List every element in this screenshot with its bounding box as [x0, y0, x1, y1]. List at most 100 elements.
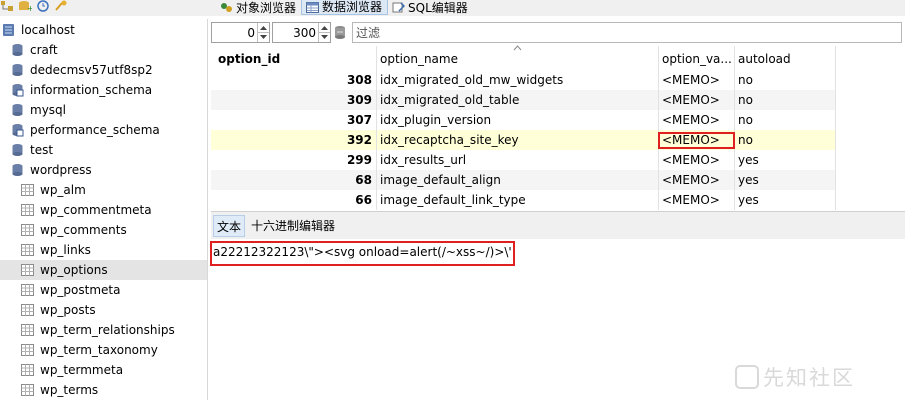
tab-sql-editor-label: SQL编辑器	[408, 0, 468, 15]
tree-table-wp-links[interactable]: wp_links	[21, 240, 91, 260]
table-row[interactable]: 309 idx_migrated_old_table <MEMO> no	[211, 90, 836, 110]
tree-db-wordpress[interactable]: wordpress	[11, 160, 92, 180]
tree-table-wp-posts[interactable]: wp_posts	[21, 300, 96, 320]
table-icon	[21, 304, 34, 316]
database-icon	[12, 104, 23, 116]
offset-value: 0	[247, 26, 255, 40]
cell-option-value[interactable]: <MEMO>	[659, 70, 735, 90]
cell-option-id: 309	[211, 90, 377, 110]
tree-db-dedecmsv57utf8sp2[interactable]: dedecmsv57utf8sp2	[11, 60, 153, 80]
tree-db-label: craft	[30, 43, 58, 57]
cell-autoload: no	[735, 130, 836, 150]
cell-option-value[interactable]: <MEMO>	[659, 90, 735, 110]
table-row[interactable]: 299 idx_results_url <MEMO> yes	[211, 150, 836, 170]
offset-stepper[interactable]: 0	[211, 22, 270, 43]
tree-table-label: wp_options	[40, 263, 108, 277]
limit-value: 300	[293, 26, 316, 40]
column-header-option-value[interactable]: option_va...	[659, 46, 735, 70]
table-icon	[21, 284, 34, 296]
data-grid: option_id option_name option_va... autol…	[211, 45, 905, 210]
filter-input-box[interactable]	[352, 22, 902, 43]
database-icon	[12, 64, 23, 76]
tree-server-label: localhost	[21, 23, 75, 37]
cell-option-name: idx_plugin_version	[377, 110, 659, 130]
table-row[interactable]: 66 image_default_link_type <MEMO> yes	[211, 190, 836, 210]
tree-table-wp-commentmeta[interactable]: wp_commentmeta	[21, 200, 152, 220]
cell-autoload: yes	[735, 150, 836, 170]
cell-autoload: no	[735, 90, 836, 110]
table-row[interactable]: 307 idx_plugin_version <MEMO> no	[211, 110, 836, 130]
object-browser-icon	[221, 3, 232, 12]
tree-table-label: wp_terms	[40, 383, 99, 397]
cell-option-value[interactable]: <MEMO>	[659, 110, 735, 130]
tree-table-wp-terms[interactable]: wp_terms	[21, 380, 98, 400]
table-icon	[21, 324, 34, 336]
tree-table-label: wp_postmeta	[40, 283, 121, 297]
sort-ascending-icon	[513, 45, 522, 51]
cell-option-value[interactable]: <MEMO>	[659, 190, 735, 210]
cell-autoload: no	[735, 110, 836, 130]
tab-data-browser[interactable]: 数据浏览器	[301, 0, 389, 15]
offset-stepper-arrows[interactable]	[257, 23, 269, 42]
cell-option-id: 66	[211, 190, 377, 210]
tab-object-browser-label: 对象浏览器	[236, 0, 297, 15]
table-icon	[21, 184, 34, 196]
tab-object-browser[interactable]: 对象浏览器	[216, 0, 301, 15]
database-plus-icon[interactable]: +	[18, 0, 32, 12]
table-row[interactable]: 308 idx_migrated_old_mw_widgets <MEMO> n…	[211, 70, 836, 90]
tab-text[interactable]: 文本	[213, 215, 246, 237]
table-icon	[21, 244, 34, 256]
tree-table-label: wp_comments	[40, 223, 127, 237]
tree-table-wp-postmeta[interactable]: wp_postmeta	[21, 280, 120, 300]
tree-table-label: wp_posts	[40, 303, 96, 317]
tree-table-wp-termmeta[interactable]: wp_termmeta	[21, 360, 123, 380]
cell-option-id: 68	[211, 170, 377, 190]
filter-bar: 0 300	[211, 21, 905, 45]
svg-text:+: +	[27, 4, 32, 12]
watermark: 先知社区	[735, 362, 855, 392]
tree-db-information-schema[interactable]: information_schema	[11, 80, 152, 100]
tree-table-label: wp_term_relationships	[40, 323, 175, 337]
tree-db-mysql[interactable]: mysql	[11, 100, 66, 120]
system-database-icon	[12, 124, 24, 137]
cell-option-id: 299	[211, 150, 377, 170]
cell-option-name: image_default_align	[377, 170, 659, 190]
limit-stepper-arrows[interactable]	[318, 23, 330, 42]
table-icon	[21, 384, 34, 396]
tab-sql-editor[interactable]: SQL编辑器	[388, 0, 473, 15]
tree-db-performance-schema[interactable]: performance_schema	[11, 120, 160, 140]
stepper-arrows-icon	[258, 26, 269, 39]
tree-table-wp-term-taxonomy[interactable]: wp_term_taxonomy	[21, 340, 158, 360]
tree-table-wp-term-relationships[interactable]: wp_term_relationships	[21, 320, 175, 340]
history-icon[interactable]	[36, 0, 50, 12]
tree-table-wp-alm[interactable]: wp_alm	[21, 180, 86, 200]
key-icon[interactable]	[54, 0, 68, 12]
database-icon	[12, 144, 23, 156]
top-toolbar: + 对象浏览器 数据浏览器 SQL编辑器	[0, 0, 905, 16]
filter-input[interactable]	[353, 23, 901, 42]
tree-table-wp-comments[interactable]: wp_comments	[21, 220, 127, 240]
cell-option-name: idx_recaptcha_site_key	[377, 130, 659, 150]
tree-db-test[interactable]: test	[11, 140, 53, 160]
cell-autoload: no	[735, 70, 836, 90]
cell-option-value[interactable]: <MEMO>	[659, 150, 735, 170]
tab-data-browser-label: 数据浏览器	[322, 0, 383, 14]
tree-db-craft[interactable]: craft	[11, 40, 58, 60]
table-row-selected[interactable]: 392 idx_recaptcha_site_key <MEMO> no	[211, 130, 836, 150]
tree-db-label: mysql	[30, 103, 66, 117]
column-header-option-id[interactable]: option_id	[211, 46, 377, 70]
tree-icon[interactable]	[0, 0, 14, 12]
cell-option-value[interactable]: <MEMO>	[659, 170, 735, 190]
tree-table-wp-options[interactable]: wp_options	[0, 260, 207, 280]
table-row[interactable]: 68 image_default_align <MEMO> yes	[211, 170, 836, 190]
limit-stepper[interactable]: 300	[272, 22, 331, 43]
column-header-autoload[interactable]: autoload	[735, 46, 836, 70]
refresh-icon[interactable]	[333, 25, 348, 40]
stepper-arrows-icon	[319, 26, 330, 39]
tab-hex-editor[interactable]: 十六进制编辑器	[248, 215, 338, 237]
table-icon	[21, 204, 34, 216]
tree-server-localhost[interactable]: localhost	[2, 20, 75, 40]
cell-option-name: idx_results_url	[377, 150, 659, 170]
main-tabs: 对象浏览器 数据浏览器 SQL编辑器	[216, 0, 473, 16]
watermark-logo-icon	[735, 365, 759, 389]
